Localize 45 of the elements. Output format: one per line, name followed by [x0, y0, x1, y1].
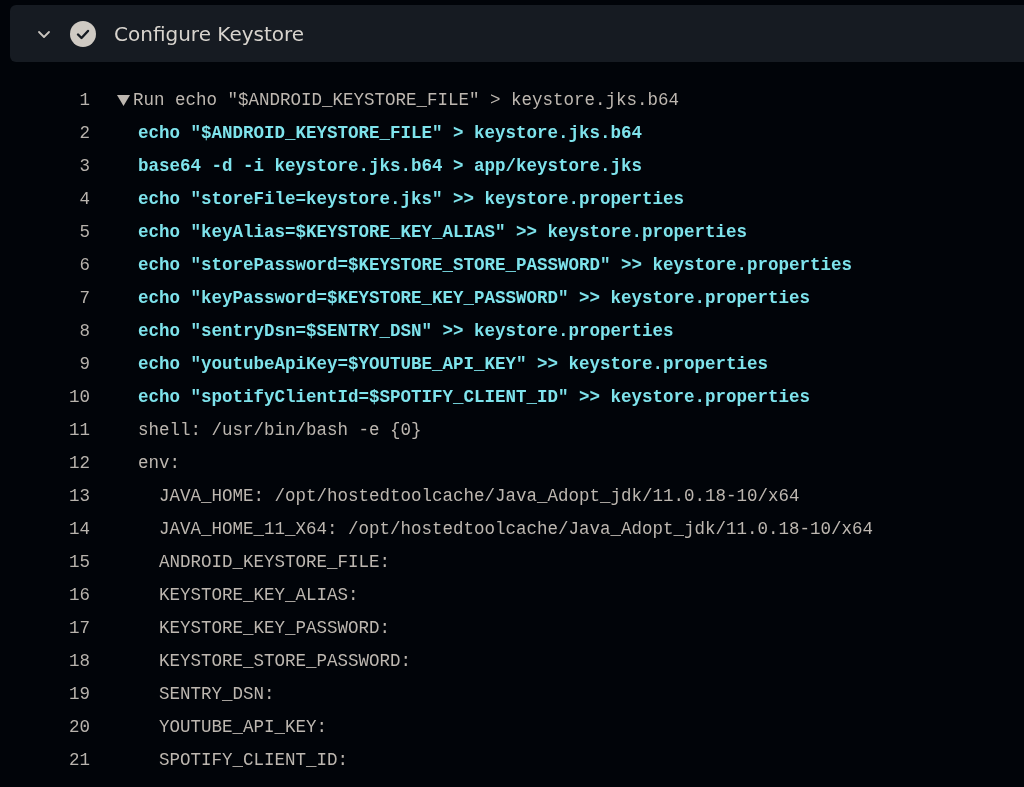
log-line: SENTRY_DSN: — [159, 683, 275, 704]
log-line: echo "keyAlias=$KEYSTORE_KEY_ALIAS" >> keystore.properties — [138, 221, 748, 242]
line-number: 14 — [68, 518, 90, 539]
log-line: echo "sentryDsn=$SENTRY_DSN" >> keystore.properties — [138, 320, 674, 341]
log-line: echo "spotifyClientId=$SPOTIFY_CLIENT_ID" >> keystore.properties — [138, 386, 811, 407]
line-number: 17 — [68, 617, 90, 638]
line-number: 10 — [68, 386, 90, 407]
line-number: 8 — [78, 320, 90, 341]
log-line: KEYSTORE_STORE_PASSWORD: — [159, 650, 412, 671]
line-number: 4 — [78, 188, 90, 209]
line-number: 15 — [68, 551, 90, 572]
line-number: 11 — [68, 419, 90, 440]
log-line: echo "$ANDROID_KEYSTORE_FILE" > keystore.jks.b64 — [138, 122, 643, 143]
log-line: echo "keyPassword=$KEYSTORE_KEY_PASSWORD" >> keystore.properties — [138, 287, 811, 308]
line-number: 5 — [78, 221, 90, 242]
line-number: 21 — [68, 749, 90, 770]
log-line: YOUTUBE_API_KEY: — [159, 716, 328, 737]
log-line: base64 -d -i keystore.jks.b64 > app/keystore.jks — [138, 155, 643, 176]
line-number: 7 — [78, 287, 90, 308]
line-number: 3 — [78, 155, 90, 176]
line-number: 18 — [68, 650, 90, 671]
log-line: Run echo "$ANDROID_KEYSTORE_FILE" > keystore.jks.b64 — [133, 89, 680, 110]
step-title: Configure Keystore — [114, 21, 305, 46]
line-number: 2 — [78, 122, 90, 143]
line-number: 13 — [68, 485, 90, 506]
step-header[interactable]: Configure Keystore — [10, 5, 1024, 62]
log-line: shell: /usr/bin/bash -e {0} — [138, 419, 422, 440]
log-line: JAVA_HOME_11_X64: /opt/hostedtoolcache/Java_Adopt_jdk/11.0.18-10/x64 — [159, 518, 874, 539]
line-number: 20 — [68, 716, 90, 737]
line-number: 16 — [68, 584, 90, 605]
log-line: KEYSTORE_KEY_ALIAS: — [159, 584, 359, 605]
line-number: 19 — [68, 683, 90, 704]
log-line: env: — [138, 452, 180, 473]
log-line: echo "storePassword=$KEYSTORE_STORE_PASSWORD" >> keystore.properties — [138, 254, 853, 275]
line-number: 12 — [68, 452, 90, 473]
log-line: SPOTIFY_CLIENT_ID: — [159, 749, 349, 770]
line-number: 1 — [78, 89, 90, 110]
log-line: ANDROID_KEYSTORE_FILE: — [159, 551, 391, 572]
log-line: echo "storeFile=keystore.jks" >> keystore.properties — [138, 188, 685, 209]
line-number: 6 — [78, 254, 90, 275]
triangle-down-icon[interactable] — [117, 93, 130, 106]
log-line: echo "youtubeApiKey=$YOUTUBE_API_KEY" >> keystore.properties — [138, 353, 769, 374]
line-number: 9 — [78, 353, 90, 374]
log-line: JAVA_HOME: /opt/hostedtoolcache/Java_Adopt_jdk/11.0.18-10/x64 — [159, 485, 800, 506]
log-line: KEYSTORE_KEY_PASSWORD: — [159, 617, 391, 638]
